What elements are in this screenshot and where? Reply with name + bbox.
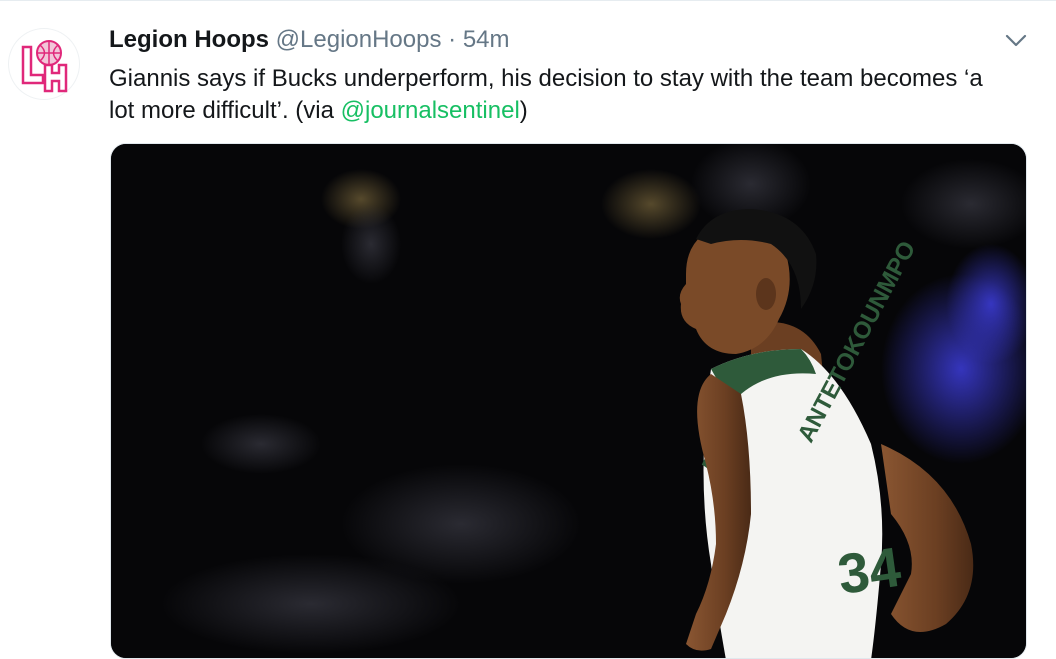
tweet-timestamp[interactable]: 54m (463, 26, 510, 53)
author-name[interactable]: Legion Hoops (109, 26, 269, 53)
mention-link[interactable]: @journalsentinel (341, 97, 520, 124)
header-separator: · (448, 26, 457, 53)
tweet-photo[interactable]: ANTETOKOUNMPO 34 (110, 143, 1027, 659)
jersey-number: 34 (834, 535, 904, 606)
tweet-text-body: Giannis says if Bucks underperform, his … (109, 65, 983, 124)
chevron-down-icon (1005, 34, 1027, 47)
tweet-text: Giannis says if Bucks underperform, his … (109, 63, 1009, 127)
tweet-card[interactable]: Legion Hoops @LegionHoops · 54m Giannis … (0, 0, 1056, 659)
avatar[interactable] (9, 29, 79, 99)
tweet-header: Legion Hoops @LegionHoops · 54m (109, 24, 510, 56)
tweet-text-tail: ) (519, 97, 528, 124)
legion-hoops-logo-icon (10, 30, 78, 98)
author-handle[interactable]: @LegionHoops (276, 26, 442, 53)
tweet-menu-button[interactable] (1001, 27, 1031, 53)
player-photo: ANTETOKOUNMPO 34 (111, 144, 1026, 658)
